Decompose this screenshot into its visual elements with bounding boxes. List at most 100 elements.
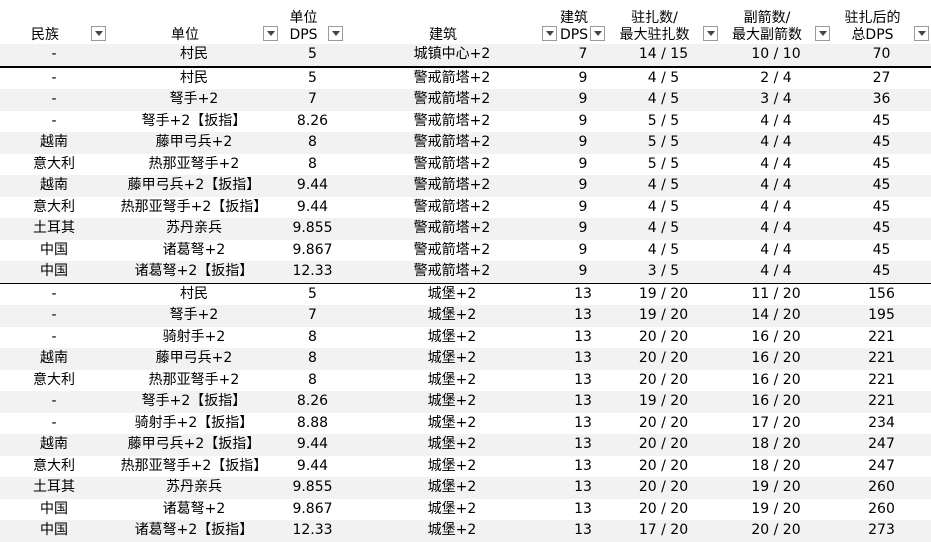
cell-extra-arrows[interactable]: 3 / 4 (720, 89, 832, 111)
cell-garrison[interactable]: 3 / 5 (607, 261, 720, 284)
cell-ethnicity[interactable]: 中国 (0, 498, 108, 520)
cell-ethnicity[interactable]: 土耳其 (0, 218, 108, 240)
cell-building[interactable]: 警戒箭塔+2 (345, 89, 559, 111)
cell-building-dps[interactable]: 13 (559, 434, 607, 456)
cell-unit-dps[interactable]: 5 (280, 66, 345, 89)
cell-total-dps[interactable]: 221 (832, 326, 931, 348)
cell-unit[interactable]: 骑射手+2【扳指】 (108, 412, 280, 434)
cell-unit-dps[interactable]: 8.26 (280, 110, 345, 132)
cell-garrison[interactable]: 17 / 20 (607, 520, 720, 542)
cell-total-dps[interactable]: 45 (832, 110, 931, 132)
cell-total-dps[interactable]: 234 (832, 412, 931, 434)
cell-unit-dps[interactable]: 8 (280, 153, 345, 175)
filter-dropdown-button[interactable] (542, 26, 557, 41)
cell-ethnicity[interactable]: 中国 (0, 520, 108, 542)
cell-unit-dps[interactable]: 9.867 (280, 239, 345, 261)
cell-total-dps[interactable]: 45 (832, 239, 931, 261)
cell-ethnicity[interactable]: 越南 (0, 132, 108, 154)
cell-unit[interactable]: 弩手+2【扳指】 (108, 110, 280, 132)
cell-garrison[interactable]: 4 / 5 (607, 218, 720, 240)
cell-ethnicity[interactable]: - (0, 391, 108, 413)
cell-extra-arrows[interactable]: 4 / 4 (720, 196, 832, 218)
cell-building[interactable]: 警戒箭塔+2 (345, 66, 559, 89)
cell-building-dps[interactable]: 9 (559, 89, 607, 111)
cell-total-dps[interactable]: 247 (832, 455, 931, 477)
cell-building-dps[interactable]: 9 (559, 196, 607, 218)
cell-total-dps[interactable]: 260 (832, 477, 931, 499)
cell-garrison[interactable]: 4 / 5 (607, 239, 720, 261)
cell-extra-arrows[interactable]: 19 / 20 (720, 498, 832, 520)
cell-total-dps[interactable]: 195 (832, 305, 931, 327)
cell-building[interactable]: 城镇中心+2 (345, 44, 559, 68)
cell-building[interactable]: 警戒箭塔+2 (345, 239, 559, 261)
cell-ethnicity[interactable]: 意大利 (0, 153, 108, 175)
cell-building[interactable]: 城堡+2 (345, 455, 559, 477)
cell-garrison[interactable]: 4 / 5 (607, 196, 720, 218)
cell-building[interactable]: 城堡+2 (345, 434, 559, 456)
cell-unit-dps[interactable]: 5 (280, 283, 345, 305)
cell-garrison[interactable]: 20 / 20 (607, 348, 720, 370)
cell-unit[interactable]: 苏丹亲兵 (108, 477, 280, 499)
cell-building-dps[interactable]: 9 (559, 66, 607, 89)
cell-garrison[interactable]: 20 / 20 (607, 412, 720, 434)
cell-ethnicity[interactable]: 意大利 (0, 369, 108, 391)
cell-total-dps[interactable]: 273 (832, 520, 931, 542)
cell-unit-dps[interactable]: 12.33 (280, 520, 345, 542)
cell-building-dps[interactable]: 13 (559, 369, 607, 391)
cell-total-dps[interactable]: 45 (832, 196, 931, 218)
cell-ethnicity[interactable]: 意大利 (0, 455, 108, 477)
cell-extra-arrows[interactable]: 17 / 20 (720, 412, 832, 434)
cell-unit-dps[interactable]: 9.855 (280, 218, 345, 240)
cell-unit[interactable]: 村民 (108, 44, 280, 68)
cell-building[interactable]: 城堡+2 (345, 326, 559, 348)
cell-garrison[interactable]: 5 / 5 (607, 110, 720, 132)
cell-ethnicity[interactable]: - (0, 326, 108, 348)
cell-ethnicity[interactable]: - (0, 110, 108, 132)
cell-extra-arrows[interactable]: 18 / 20 (720, 455, 832, 477)
cell-ethnicity[interactable]: 中国 (0, 261, 108, 284)
cell-ethnicity[interactable]: 土耳其 (0, 477, 108, 499)
cell-building[interactable]: 警戒箭塔+2 (345, 132, 559, 154)
cell-building-dps[interactable]: 13 (559, 326, 607, 348)
cell-extra-arrows[interactable]: 16 / 20 (720, 369, 832, 391)
cell-unit-dps[interactable]: 7 (280, 89, 345, 111)
cell-unit[interactable]: 诸葛弩+2 (108, 498, 280, 520)
cell-building[interactable]: 城堡+2 (345, 391, 559, 413)
cell-extra-arrows[interactable]: 11 / 20 (720, 283, 832, 305)
cell-building-dps[interactable]: 9 (559, 239, 607, 261)
filter-dropdown-button[interactable] (91, 26, 106, 41)
cell-building[interactable]: 城堡+2 (345, 477, 559, 499)
cell-ethnicity[interactable]: - (0, 412, 108, 434)
cell-total-dps[interactable]: 221 (832, 348, 931, 370)
cell-garrison[interactable]: 4 / 5 (607, 66, 720, 89)
cell-unit-dps[interactable]: 8.26 (280, 391, 345, 413)
cell-building-dps[interactable]: 13 (559, 305, 607, 327)
cell-ethnicity[interactable]: 越南 (0, 175, 108, 197)
cell-extra-arrows[interactable]: 4 / 4 (720, 153, 832, 175)
cell-garrison[interactable]: 19 / 20 (607, 391, 720, 413)
cell-unit-dps[interactable]: 12.33 (280, 261, 345, 284)
cell-building[interactable]: 警戒箭塔+2 (345, 175, 559, 197)
cell-extra-arrows[interactable]: 4 / 4 (720, 110, 832, 132)
cell-building[interactable]: 城堡+2 (345, 520, 559, 542)
cell-unit[interactable]: 热那亚弩手+2【扳指】 (108, 196, 280, 218)
cell-extra-arrows[interactable]: 19 / 20 (720, 477, 832, 499)
cell-extra-arrows[interactable]: 16 / 20 (720, 391, 832, 413)
cell-unit[interactable]: 弩手+2 (108, 305, 280, 327)
cell-total-dps[interactable]: 260 (832, 498, 931, 520)
cell-garrison[interactable]: 20 / 20 (607, 498, 720, 520)
cell-building-dps[interactable]: 13 (559, 412, 607, 434)
cell-total-dps[interactable]: 45 (832, 218, 931, 240)
cell-total-dps[interactable]: 70 (832, 44, 931, 68)
filter-dropdown-button[interactable] (590, 26, 605, 41)
cell-extra-arrows[interactable]: 4 / 4 (720, 218, 832, 240)
cell-unit-dps[interactable]: 8 (280, 132, 345, 154)
cell-building-dps[interactable]: 13 (559, 520, 607, 542)
cell-extra-arrows[interactable]: 10 / 10 (720, 44, 832, 68)
cell-building-dps[interactable]: 9 (559, 261, 607, 284)
cell-building-dps[interactable]: 13 (559, 391, 607, 413)
cell-building-dps[interactable]: 13 (559, 455, 607, 477)
cell-garrison[interactable]: 20 / 20 (607, 455, 720, 477)
filter-dropdown-button[interactable] (815, 26, 830, 41)
cell-extra-arrows[interactable]: 20 / 20 (720, 520, 832, 542)
